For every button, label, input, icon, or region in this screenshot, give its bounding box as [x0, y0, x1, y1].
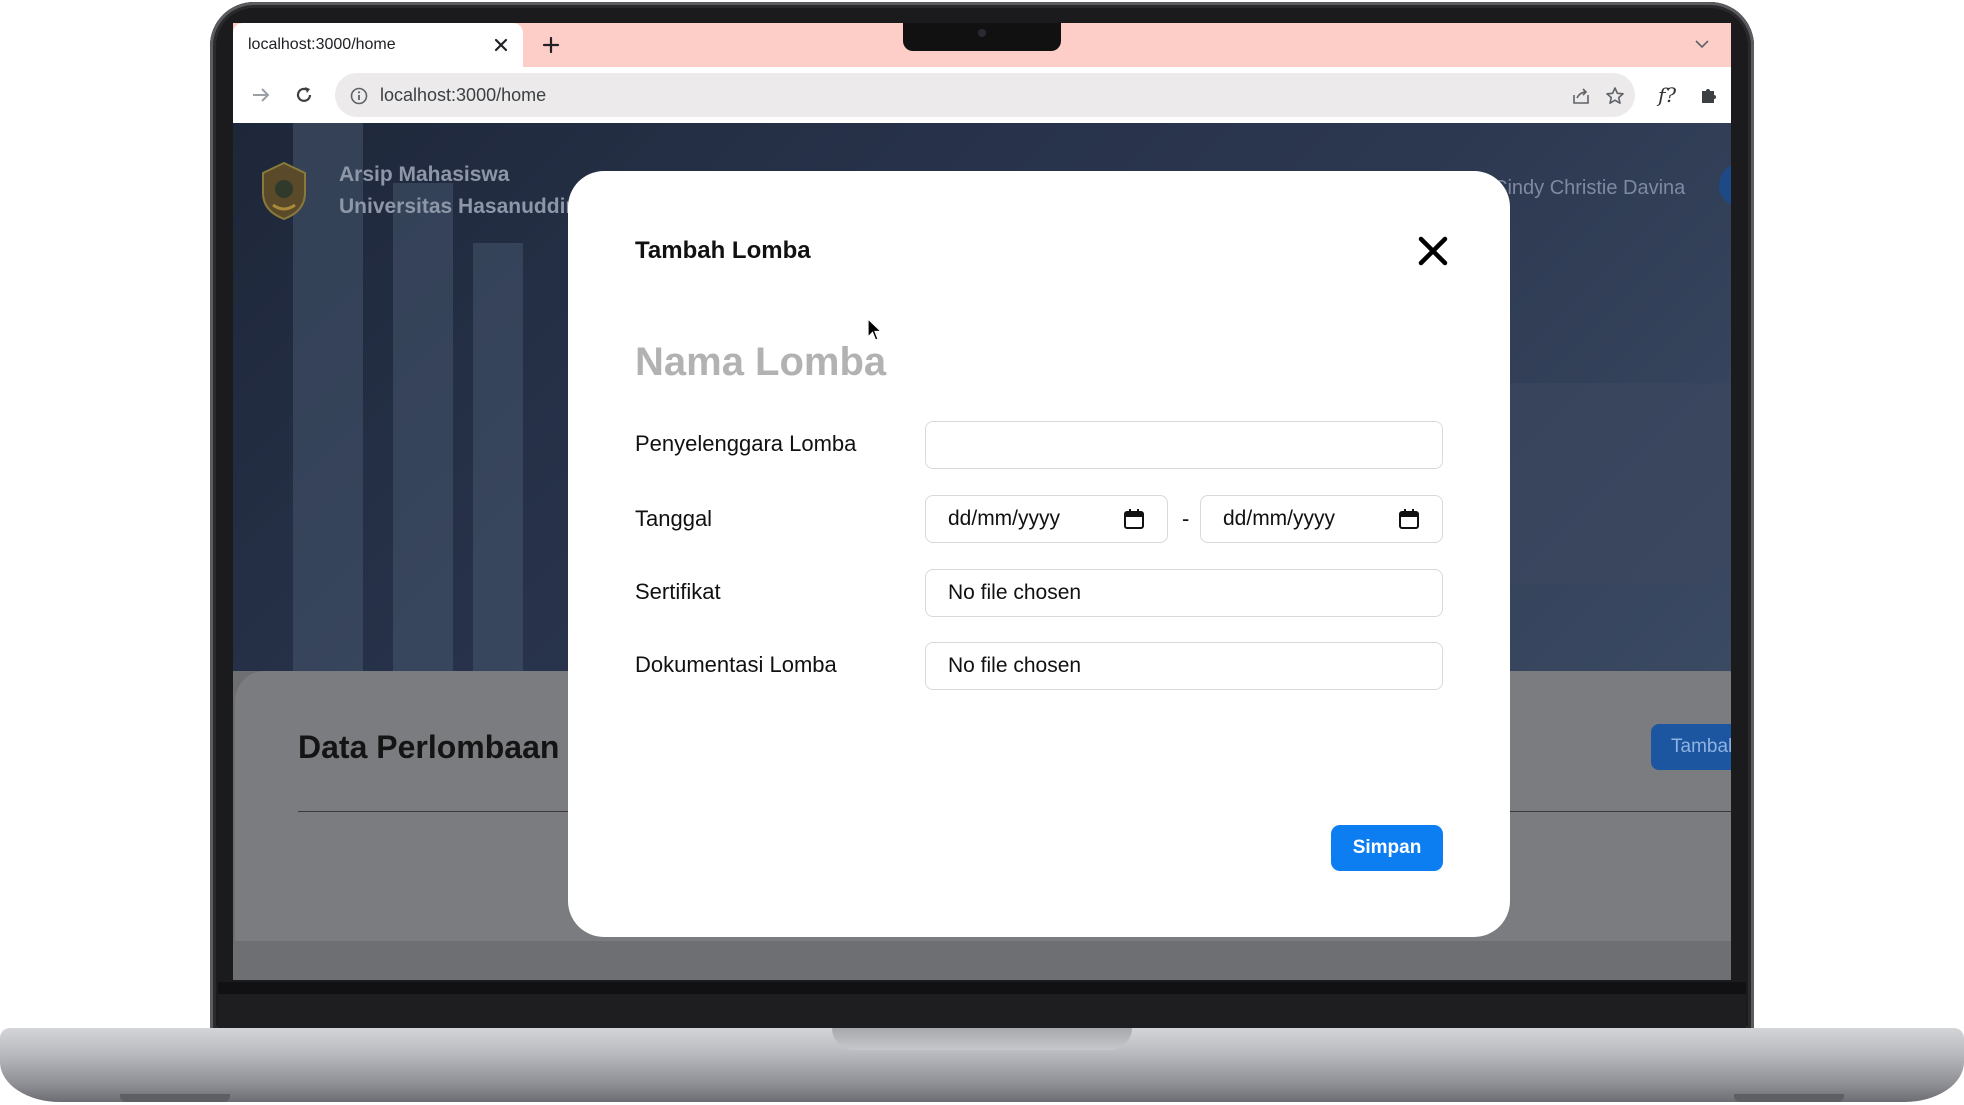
- star-icon[interactable]: [1603, 84, 1627, 108]
- certificate-file-input[interactable]: No file chosen: [925, 569, 1443, 617]
- competition-name-input[interactable]: [635, 331, 1135, 393]
- reload-icon[interactable]: [289, 80, 319, 110]
- app-title-line1: Arsip Mahasiswa: [339, 163, 510, 186]
- laptop-keyboard-gap: [218, 994, 1746, 1028]
- background-pillar: [393, 183, 453, 671]
- save-button[interactable]: Simpan: [1331, 825, 1443, 871]
- organizer-label: Penyelenggara Lomba: [635, 431, 857, 456]
- share-icon[interactable]: [1569, 84, 1593, 108]
- documentation-file-status: No file chosen: [948, 654, 1082, 677]
- app-title: Arsip Mahasiswa Universitas Hasanuddin: [339, 159, 578, 223]
- documentation-file-input[interactable]: No file chosen: [925, 642, 1443, 690]
- documentation-label: Dokumentasi Lomba: [635, 652, 837, 677]
- tab-title: localhost:3000/home: [248, 36, 396, 53]
- avatar[interactable]: [1719, 163, 1731, 207]
- modal-title: Tambah Lomba: [635, 237, 811, 264]
- start-date-value: dd/mm/yyyy: [948, 507, 1061, 530]
- background-pillar: [473, 243, 523, 671]
- certificate-label: Sertifikat: [635, 579, 721, 604]
- laptop-foot-left: [120, 1094, 230, 1102]
- certificate-file-status: No file chosen: [948, 581, 1082, 604]
- camera-notch: [903, 23, 1061, 51]
- browser-tab[interactable]: localhost:3000/home: [233, 23, 523, 67]
- end-date-value: dd/mm/yyyy: [1223, 507, 1336, 530]
- laptop-foot-right: [1734, 1094, 1844, 1102]
- add-competition-button[interactable]: Tambah: [1651, 724, 1731, 770]
- camera-icon: [978, 29, 986, 37]
- puzzle-icon[interactable]: [1694, 80, 1724, 110]
- chevron-down-icon[interactable]: [1689, 31, 1715, 57]
- end-date-input[interactable]: dd/mm/yyyy: [1200, 495, 1443, 543]
- close-icon[interactable]: [487, 31, 515, 59]
- url-text[interactable]: localhost:3000/home: [380, 85, 546, 106]
- close-icon[interactable]: [1413, 231, 1453, 271]
- calendar-icon[interactable]: [1123, 508, 1145, 530]
- laptop-screen: localhost:3000/home localhost:3000/home: [233, 23, 1731, 980]
- info-icon[interactable]: [347, 84, 371, 108]
- university-logo-icon: [262, 161, 306, 221]
- date-label: Tanggal: [635, 506, 713, 531]
- date-separator: -: [1182, 506, 1190, 531]
- extension-fx-icon[interactable]: f?: [1652, 80, 1682, 110]
- address-bar[interactable]: localhost:3000/home: [335, 73, 1635, 117]
- laptop-opening-notch: [832, 1028, 1132, 1050]
- section-title: Data Perlombaan: [298, 729, 560, 765]
- start-date-input[interactable]: dd/mm/yyyy: [925, 495, 1168, 543]
- user-name[interactable]: Cindy Christie Davina: [1493, 177, 1685, 200]
- cursor-icon: [867, 318, 883, 341]
- organizer-input[interactable]: [925, 421, 1443, 469]
- add-competition-modal: Tambah Lomba Penyelenggara Lomba Tanggal…: [568, 171, 1510, 937]
- background-building: [1483, 383, 1731, 583]
- calendar-icon[interactable]: [1398, 508, 1420, 530]
- app-title-line2: Universitas Hasanuddin: [339, 195, 579, 218]
- browser-toolbar: localhost:3000/home f?: [233, 67, 1731, 124]
- plus-icon[interactable]: [535, 29, 567, 61]
- forward-arrow-icon[interactable]: [246, 80, 276, 110]
